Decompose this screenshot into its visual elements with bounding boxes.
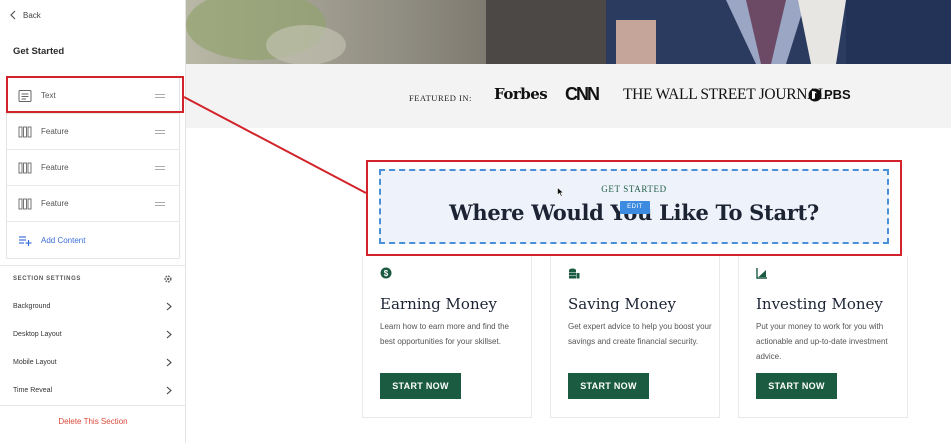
card-title: Earning Money [380,295,497,313]
setting-desktop-layout[interactable]: Desktop Layout [0,321,186,349]
pbs-logo: PBS [808,87,851,102]
content-item-feature[interactable]: Feature [7,114,179,150]
add-list-icon [18,233,32,247]
featured-in-label: FEATURED IN: [409,93,472,103]
setting-label: Desktop Layout [13,331,62,338]
content-item-label: Text [41,91,56,100]
coin-stack-icon [569,268,580,279]
drag-handle-icon[interactable] [155,166,165,170]
content-item-label: Feature [41,163,69,172]
chevron-right-icon [166,386,172,395]
feature-card: $ Earning Money Learn how to earn more a… [362,256,532,418]
delete-section-button[interactable]: Delete This Section [0,417,186,426]
dollar-circle-icon: $ [380,267,392,279]
feature-card: Saving Money Get expert advice to help y… [550,256,720,418]
content-item-label: Feature [41,127,69,136]
back-label: Back [23,10,41,20]
pbs-head-icon [808,88,822,101]
setting-time-reveal[interactable]: Time Reveal [0,377,186,405]
card-title: Saving Money [568,295,676,313]
feature-columns-icon [18,197,32,211]
card-title: Investing Money [756,295,883,313]
chevron-right-icon [166,302,172,311]
start-now-button[interactable]: START NOW [380,373,461,399]
setting-mobile-layout[interactable]: Mobile Layout [0,349,186,377]
content-item-text[interactable]: Text [7,78,179,114]
drag-handle-icon[interactable] [155,202,165,206]
mouse-cursor-icon [557,187,564,197]
setting-background[interactable]: Background [0,293,186,321]
panel-title: Get Started [13,46,65,57]
hero-image [186,0,951,64]
forbes-logo: Forbes [494,85,548,103]
start-now-button[interactable]: START NOW [756,373,837,399]
section-settings-header: SECTION SETTINGS [0,265,186,293]
drag-handle-icon[interactable] [155,94,165,98]
gear-icon[interactable] [163,274,173,284]
content-item-label: Feature [41,199,69,208]
cnn-logo: CNN [565,84,600,104]
chevron-left-icon [10,10,16,20]
chevron-right-icon [166,358,172,367]
section-settings-title: SECTION SETTINGS [13,276,81,282]
content-item-feature[interactable]: Feature [7,150,179,186]
content-items-list: Text Feature Feature Feature Add Content [6,77,180,259]
text-block-icon [18,89,32,103]
card-description: Put your money to work for you with acti… [756,322,888,361]
feature-columns-icon [18,125,32,139]
chevron-right-icon [166,330,172,339]
feature-columns-icon [18,161,32,175]
svg-text:$: $ [384,269,389,278]
back-button[interactable]: Back [9,8,41,22]
growth-chart-icon [756,268,767,279]
sidebar-panel: Back Get Started Text Feature Feature Fe… [0,0,186,443]
card-description: Learn how to earn more and find the best… [380,322,509,346]
featured-in-bar: FEATURED IN: Forbes CNN THE WALL STREET … [186,64,951,128]
pbs-logo-text: PBS [824,87,851,102]
setting-label: Background [13,303,51,310]
content-item-feature[interactable]: Feature [7,186,179,222]
page-canvas: FEATURED IN: Forbes CNN THE WALL STREET … [186,0,951,443]
section-kicker: GET STARTED [601,184,667,194]
add-content-button[interactable]: Add Content [7,222,179,258]
setting-label: Time Reveal [13,387,53,394]
wsj-logo: THE WALL STREET JOURNAL. [623,86,831,103]
setting-label: Mobile Layout [13,359,57,366]
divider [0,405,186,406]
start-now-button[interactable]: START NOW [568,373,649,399]
edit-badge-button[interactable]: EDIT [620,201,650,214]
feature-card: Investing Money Put your money to work f… [738,256,908,418]
card-description: Get expert advice to help you boost your… [568,322,712,346]
add-content-label: Add Content [41,235,86,245]
drag-handle-icon[interactable] [155,130,165,134]
